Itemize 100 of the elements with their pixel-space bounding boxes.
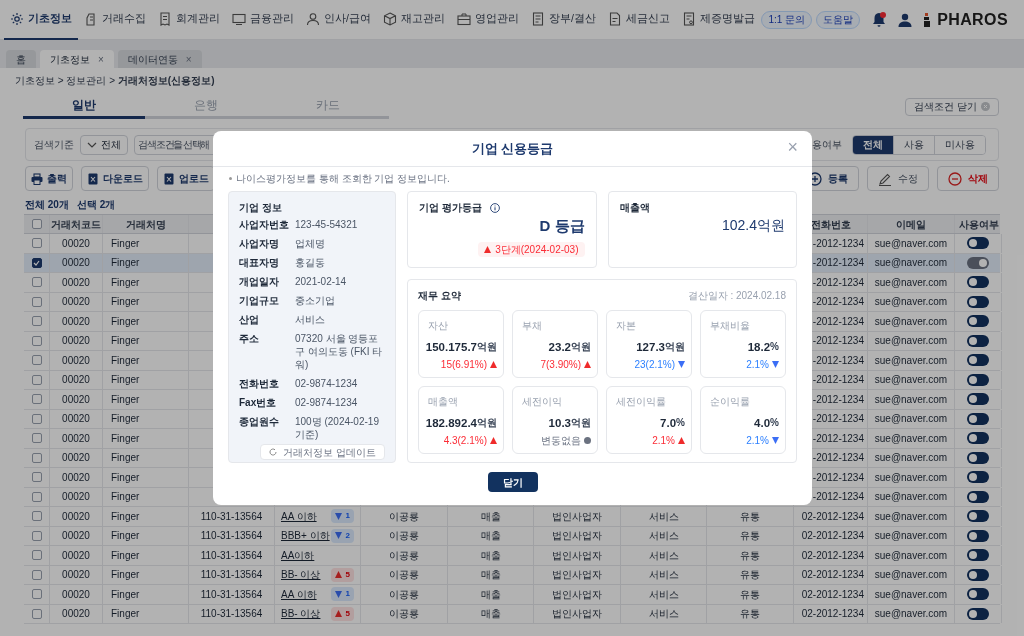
search-toggle-button[interactable]: 검색조건 닫기 <box>905 97 999 116</box>
table-cell-text: Finger <box>111 568 140 583</box>
grade-link[interactable]: BBB+ 이하 <box>281 528 330 544</box>
toggle-switch[interactable] <box>967 471 989 484</box>
toggle-switch[interactable] <box>967 393 989 406</box>
notification-button[interactable] <box>872 12 887 27</box>
pill-button[interactable]: 도움말 <box>816 10 861 29</box>
table-cell-text: 이공룡 <box>389 509 419 524</box>
tab-close-button[interactable]: × <box>98 51 104 67</box>
nav-menu-item[interactable]: 제증명발급 <box>675 0 761 40</box>
toggle-switch[interactable] <box>967 256 989 269</box>
toolbar-button[interactable]: 수정 <box>867 166 929 191</box>
toggle-switch[interactable] <box>967 490 989 503</box>
toggle-switch[interactable] <box>967 451 989 464</box>
sub-tab[interactable]: 일반 <box>23 94 145 119</box>
table-cell-text: 00020 <box>62 373 90 388</box>
toggle-switch[interactable] <box>967 354 989 367</box>
toolbar-button[interactable]: 다운로드 <box>81 166 149 191</box>
sales-value: 102.4억원 <box>721 216 785 235</box>
dropdown[interactable]: 전체 <box>80 134 128 155</box>
table-cell-text: 서비스 <box>648 509 679 524</box>
table-cell-text: Finger <box>111 470 140 485</box>
grade-link[interactable]: AA이하 <box>281 547 315 563</box>
toggle-switch[interactable] <box>967 334 989 347</box>
segment-option[interactable]: 전체 <box>853 135 893 154</box>
toggle-switch[interactable] <box>967 315 989 328</box>
pill-button[interactable]: 1:1 문의 <box>761 10 813 29</box>
toggle-switch[interactable] <box>967 295 989 308</box>
segment-option[interactable]: 미사용 <box>934 135 985 154</box>
checkbox[interactable] <box>31 472 42 483</box>
nav-menu-item[interactable]: 세금신고 <box>601 0 676 40</box>
update-button[interactable]: 거래처정보 업데이트 <box>260 444 385 460</box>
toggle-switch[interactable] <box>967 529 989 542</box>
checkbox[interactable] <box>31 296 42 307</box>
checkbox[interactable] <box>31 394 42 405</box>
table-cell-text: -2012-1234 <box>812 470 864 485</box>
toggle-switch[interactable] <box>967 276 989 289</box>
toggle-switch[interactable] <box>967 510 989 523</box>
change-count: 2 <box>345 529 350 542</box>
checkbox[interactable] <box>31 491 42 502</box>
table-cell-text: -2012-1234 <box>812 295 864 310</box>
nav-menu-item[interactable]: 재고관리 <box>376 0 451 40</box>
toggle-switch[interactable] <box>967 237 989 250</box>
card-title: 매출액 <box>619 201 651 215</box>
nav-menu-item[interactable]: 영업관리 <box>450 0 525 40</box>
checkbox[interactable] <box>31 413 42 424</box>
page-tab[interactable]: 데이터연동 × <box>117 50 202 68</box>
toggle-switch[interactable] <box>967 568 989 581</box>
toggle-switch[interactable] <box>967 432 989 445</box>
nav-menu-item[interactable]: 인사/급여 <box>300 0 377 40</box>
checkbox[interactable] <box>31 452 42 463</box>
table-cell-text: 00020 <box>62 568 90 583</box>
nav-menu-item[interactable]: 금융관리 <box>226 0 300 40</box>
checkbox[interactable] <box>31 608 42 619</box>
checkbox[interactable] <box>31 433 42 444</box>
table-cell-text: sue@naver.com <box>874 548 948 563</box>
page-tab[interactable]: 기초정보 × <box>40 50 114 68</box>
checkbox[interactable] <box>31 550 42 561</box>
table-cell-text: 유통 <box>740 568 760 583</box>
checkbox[interactable] <box>31 530 42 541</box>
checkbox[interactable] <box>31 316 42 327</box>
nav-menu-item[interactable]: 회계관리 <box>152 0 226 40</box>
metric-label: 세전이익률 <box>615 395 667 409</box>
toolbar-button[interactable]: 출력 <box>25 166 73 191</box>
toggle-switch[interactable] <box>967 588 989 601</box>
checkbox[interactable] <box>31 238 42 249</box>
checkbox[interactable] <box>31 277 42 288</box>
toggle-switch[interactable] <box>967 607 989 620</box>
toolbar-button[interactable]: 삭제 <box>937 166 999 191</box>
checkbox[interactable] <box>31 511 42 522</box>
grade-link[interactable]: BB- 이상 <box>281 606 321 622</box>
ledger-icon <box>530 11 545 26</box>
checkbox[interactable] <box>31 589 42 600</box>
checkbox[interactable] <box>31 355 42 366</box>
checkbox[interactable] <box>31 374 42 385</box>
profile-button[interactable] <box>898 12 913 27</box>
table-cell-text: -2012-1234 <box>812 431 864 446</box>
toggle-switch[interactable] <box>967 373 989 386</box>
table-cell-text: 00020 <box>62 256 90 271</box>
checkbox[interactable] <box>31 569 42 580</box>
table-cell-text: 유통 <box>740 509 760 524</box>
table-cell-text: 유통 <box>740 529 760 544</box>
table-cell-text: -2012-1234 <box>812 275 864 290</box>
close-dialog-button[interactable]: 닫기 <box>487 472 538 492</box>
nav-menu-item[interactable]: 장부/결산 <box>524 0 602 40</box>
table-cell-text: sue@naver.com <box>874 529 948 544</box>
table-cell-text: sue@naver.com <box>874 353 948 368</box>
grade-link[interactable]: AA 이하 <box>281 508 317 524</box>
grade-link[interactable]: AA 이하 <box>281 586 317 602</box>
toggle-switch[interactable] <box>967 412 989 425</box>
nav-menu-item[interactable]: 거래수집 <box>78 0 152 40</box>
toggle-switch[interactable] <box>967 549 989 562</box>
checkbox[interactable] <box>31 335 42 346</box>
page-tab[interactable]: 홈 <box>6 50 36 68</box>
metric-change: 변동없음 <box>541 433 581 448</box>
checkbox[interactable] <box>31 257 42 268</box>
grade-link[interactable]: BB- 이상 <box>281 567 321 583</box>
table-cell-text: 00020 <box>62 392 90 407</box>
count-label: 전체 20개 <box>25 197 69 212</box>
checkbox[interactable] <box>31 219 42 229</box>
